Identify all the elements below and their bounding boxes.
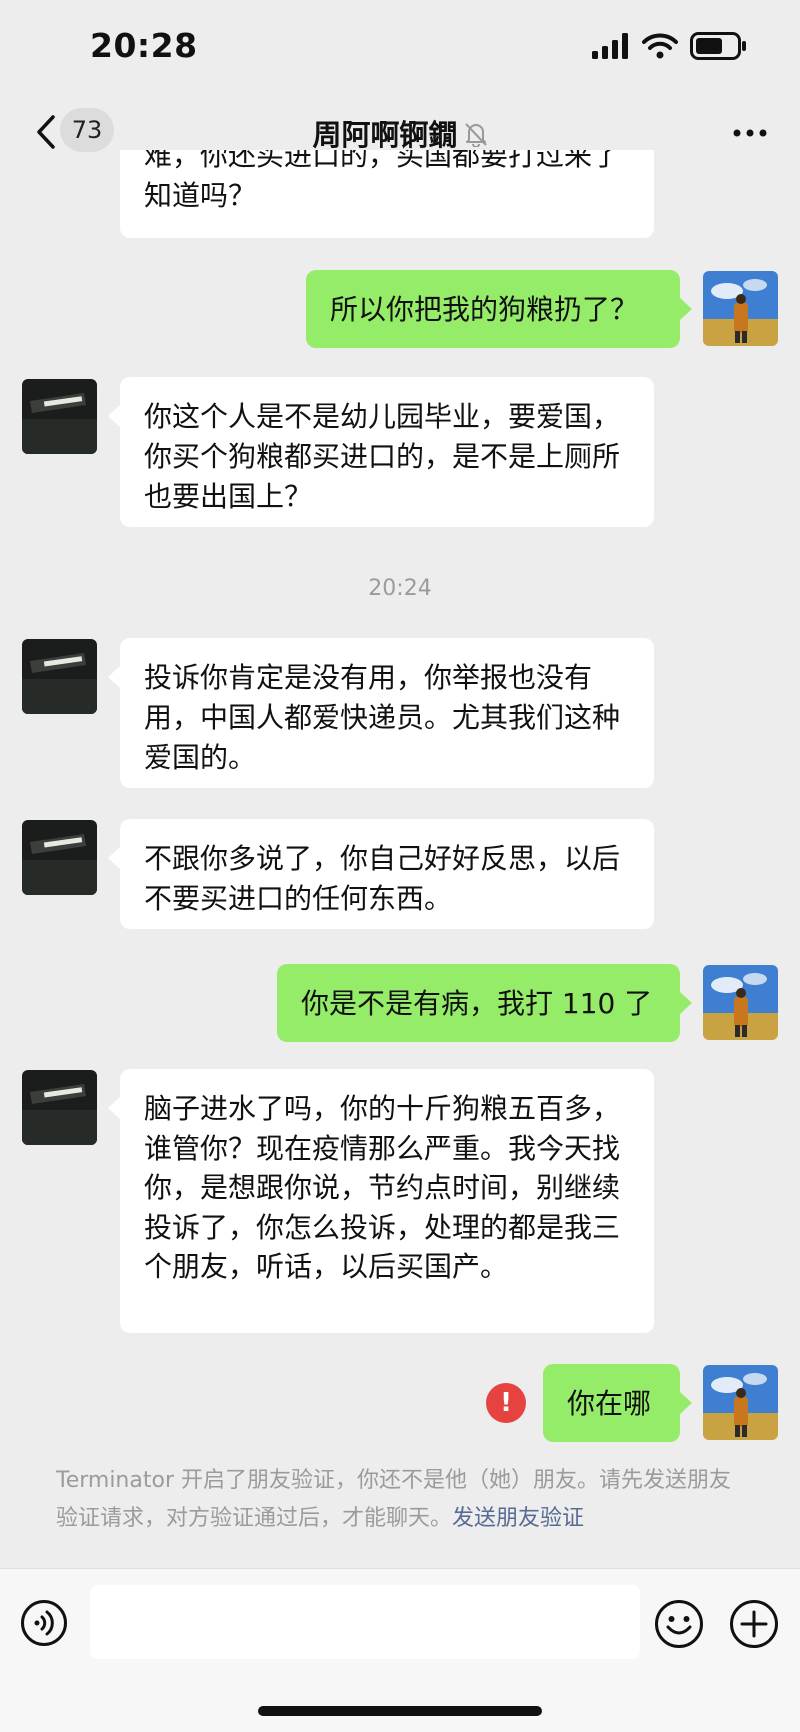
message-bubble[interactable]: 难，你还买进口的，买国都要打过来了知道吗？ — [120, 150, 654, 238]
message-text: 你在哪 — [567, 1387, 652, 1420]
avatar[interactable] — [703, 1365, 778, 1440]
signal-icon — [592, 33, 628, 59]
message-timestamp: 20:24 — [368, 576, 432, 601]
message-bubble[interactable]: 脑子进水了吗，你的十斤狗粮五百多，谁管你？现在疫情那么严重。我今天找你，是想跟你… — [108, 1069, 654, 1333]
message-bubble[interactable]: 所以你把我的狗粮扔了？ — [306, 270, 692, 348]
message-text: 你这个人是不是幼儿园毕业，要爱国，你买个狗粮都买进口的，是不是上厕所也要出国上？ — [144, 400, 621, 513]
message-text: 不跟你多说了，你自己好好反思，以后不要买进口的任何东西。 — [144, 842, 621, 915]
voice-button[interactable] — [20, 1599, 68, 1647]
avatar[interactable] — [703, 271, 778, 346]
avatar[interactable] — [22, 820, 97, 895]
plus-icon — [730, 1600, 778, 1648]
more-dots-icon — [733, 129, 767, 137]
status-time: 20:28 — [90, 26, 198, 65]
avatar[interactable] — [22, 379, 97, 454]
bell-off-icon — [464, 120, 488, 154]
avatar[interactable] — [703, 965, 778, 1040]
chat-title: 周阿啊锕鐗 — [0, 112, 800, 154]
avatar[interactable] — [22, 1070, 97, 1145]
message-text: 所以你把我的狗粮扔了？ — [330, 293, 639, 326]
battery-icon — [690, 32, 746, 60]
more-functions-button[interactable] — [729, 1599, 779, 1649]
send-verification-link[interactable]: 发送朋友验证 — [452, 1506, 584, 1531]
wifi-icon — [642, 33, 678, 59]
status-icons — [592, 32, 748, 60]
avatar[interactable] — [22, 639, 97, 714]
message-text: 你是不是有病，我打 110 了 — [301, 987, 653, 1020]
notice-text: Terminator 开启了朋友验证，你还不是他（她）朋友。请先发送朋友验证请求… — [56, 1468, 731, 1531]
emoji-icon — [655, 1600, 703, 1648]
message-bubble[interactable]: 投诉你肯定是没有用，你举报也没有用，中国人都爱快递员。尤其我们这种爱国的。 — [108, 638, 654, 788]
friend-verification-notice: Terminator 开启了朋友验证，你还不是他（她）朋友。请先发送朋友验证请求… — [56, 1462, 746, 1538]
message-bubble[interactable]: 你是不是有病，我打 110 了 — [277, 964, 692, 1042]
send-failed-icon[interactable]: ! — [486, 1383, 526, 1423]
chat-title-text: 周阿啊锕鐗 — [312, 118, 458, 152]
chat-area[interactable]: 难，你还买进口的，买国都要打过来了知道吗？ 所以你把我的狗粮扔了？ 你这个人是不… — [0, 150, 800, 1570]
message-text: 投诉你肯定是没有用，你举报也没有用，中国人都爱快递员。尤其我们这种爱国的。 — [144, 661, 621, 774]
message-text: 难，你还买进口的，买国都要打过来了知道吗？ — [144, 150, 621, 212]
message-bubble[interactable]: 你在哪 — [543, 1364, 692, 1442]
message-bubble[interactable]: 不跟你多说了，你自己好好反思，以后不要买进口的任何东西。 — [108, 819, 654, 929]
message-bubble[interactable]: 你这个人是不是幼儿园毕业，要爱国，你买个狗粮都买进口的，是不是上厕所也要出国上？ — [108, 377, 654, 527]
message-input[interactable] — [90, 1585, 640, 1659]
message-text: 脑子进水了吗，你的十斤狗粮五百多，谁管你？现在疫情那么严重。我今天找你，是想跟你… — [144, 1092, 621, 1283]
status-bar: 20:28 — [0, 0, 800, 96]
voice-icon — [21, 1600, 67, 1646]
home-indicator[interactable] — [258, 1706, 542, 1716]
emoji-button[interactable] — [654, 1599, 704, 1649]
more-options-button[interactable] — [730, 118, 770, 148]
